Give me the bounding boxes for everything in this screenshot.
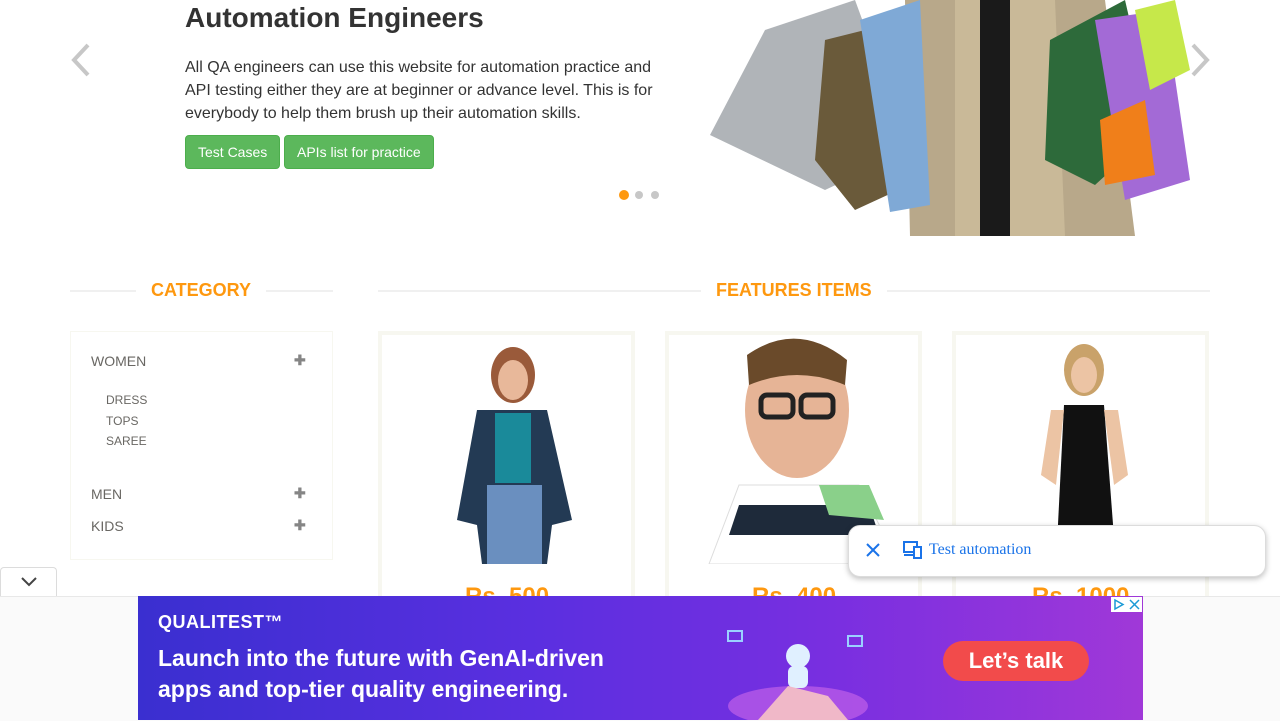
features-title: FEATURES ITEMS [701,280,887,300]
subcategory-tops[interactable]: TOPS [106,414,138,428]
chevron-left-icon[interactable] [68,40,98,80]
subcategory-dress[interactable]: DRESS [106,393,147,407]
category-men[interactable]: MEN [91,486,122,502]
robot-icon [698,626,898,720]
suggestion-chip: Test automation [848,525,1266,577]
ad-cta-button[interactable]: Let’s talk [943,641,1089,681]
category-title: CATEGORY [136,280,267,300]
product-card [378,331,635,611]
plus-icon[interactable]: ✚ [294,485,306,502]
plus-icon[interactable]: ✚ [294,517,306,534]
category-kids[interactable]: KIDS [91,518,124,534]
ad-collapse-toggle[interactable] [0,567,57,596]
slider-description: All QA engineers can use this website fo… [185,59,653,122]
slider-dot-3[interactable] [651,191,659,199]
subcategory-saree[interactable]: SAREE [106,434,147,448]
plus-icon[interactable]: ✚ [294,352,306,369]
ad-close-icon[interactable] [1127,597,1142,612]
product-image [382,335,631,564]
slider-dot-2[interactable] [635,191,643,199]
ad-line-1: Launch into the future with GenAI-driven [158,645,604,671]
test-cases-button[interactable]: Test Cases [185,135,281,169]
ad-banner[interactable]: QUALITEST™ Launch into the future with G… [138,596,1143,720]
apis-list-button[interactable]: APIs list for practice [284,135,434,169]
suggestion-text[interactable]: Test automation [929,541,1031,559]
ad-line-2: apps and top-tier quality engineering. [158,676,569,702]
ad-brand: QUALITEST™ [158,612,283,632]
slider-image [705,0,1190,236]
ad-choices-icon[interactable] [1111,597,1127,612]
close-icon[interactable] [863,540,883,560]
slider-title: Automation Engineers [185,2,484,33]
category-women[interactable]: WOMEN [91,353,146,369]
slider-dot-1[interactable] [619,190,629,200]
devices-icon [903,541,923,559]
chevron-down-icon [21,577,37,587]
